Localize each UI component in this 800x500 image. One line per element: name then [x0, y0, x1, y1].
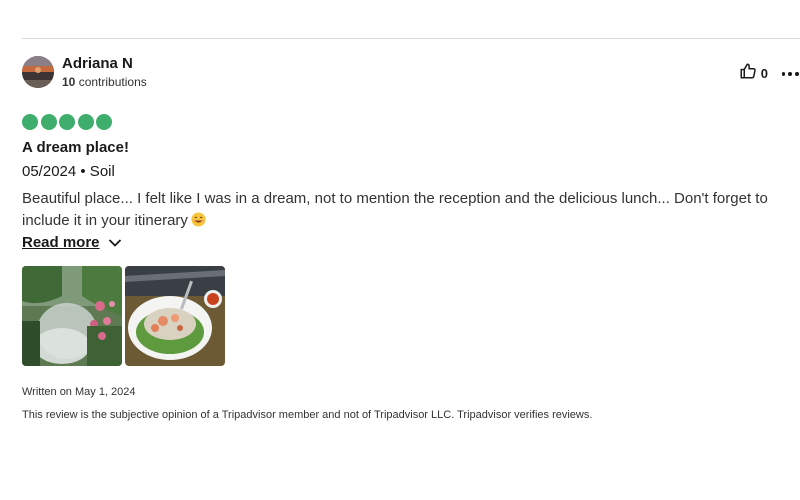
thumbs-up-icon: [739, 62, 757, 85]
review-photos: [22, 266, 800, 366]
user-contributions: 10 contributions: [62, 74, 147, 90]
rating-bubble: [96, 114, 112, 130]
helpful-vote-button[interactable]: 0: [739, 62, 768, 85]
review-body-text: Beautiful place... I felt like I was in …: [22, 190, 768, 229]
contributions-count: 10: [62, 74, 76, 89]
review-photo-dish[interactable]: [125, 266, 225, 366]
contributions-label: contributions: [78, 74, 147, 89]
smiling-face-icon: [191, 212, 206, 227]
written-date: Written on May 1, 2024: [22, 386, 136, 398]
more-options-button[interactable]: [780, 71, 800, 76]
review-body: Beautiful place... I felt like I was in …: [22, 188, 782, 232]
review-actions: 0: [739, 62, 800, 85]
helpful-count: 0: [760, 66, 768, 81]
review-header: Adriana N 10 contributions 0: [22, 54, 800, 90]
review-title[interactable]: A dream place!: [22, 138, 800, 158]
more-dots-icon: [781, 71, 786, 76]
user-name[interactable]: Adriana N: [62, 55, 147, 73]
rating-bubble: [77, 114, 94, 130]
review-disclaimer: This review is the subjective opinion of…: [22, 409, 593, 421]
rating-bubble: [59, 114, 75, 130]
section-divider: [22, 38, 800, 39]
read-more-label: Read more: [22, 234, 100, 251]
review-photo-garden[interactable]: [22, 266, 122, 366]
review-meta: 05/2024 • Soil: [22, 163, 115, 180]
avatar[interactable]: [22, 56, 54, 88]
rating-bubble: [40, 114, 57, 130]
chevron-down-icon: [108, 238, 122, 248]
review-card: Adriana N 10 contributions 0 A dream pla…: [22, 54, 800, 423]
rating-bubbles: [22, 114, 800, 132]
rating-bubble: [22, 114, 38, 130]
read-more-button[interactable]: Read more: [22, 232, 122, 254]
